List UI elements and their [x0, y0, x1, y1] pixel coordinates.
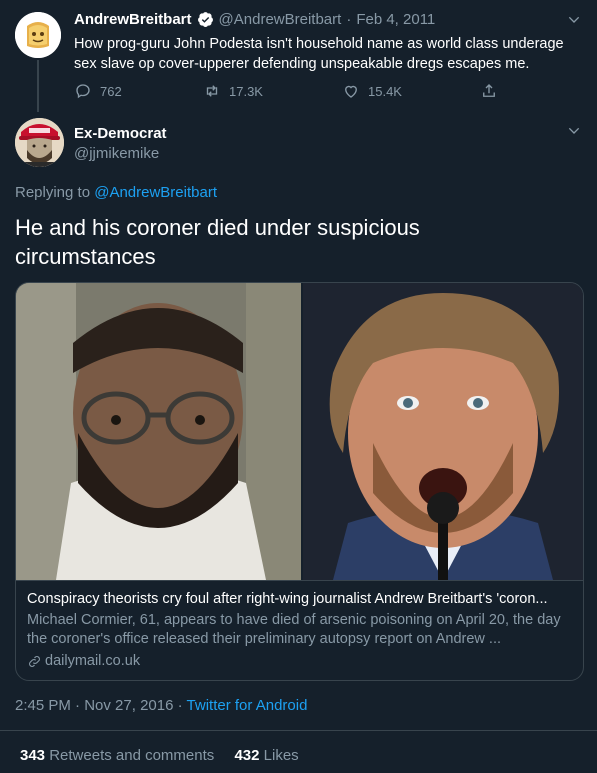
retweets-stat[interactable]: 343 Retweets and comments: [20, 747, 218, 764]
thread-connector: [37, 60, 39, 112]
main-tweet-text: He and his coroner died under suspicious…: [15, 215, 420, 269]
parent-caret-icon[interactable]: [566, 12, 582, 33]
link-icon: [29, 655, 40, 667]
lincoln-avatar-image: [15, 118, 64, 167]
parent-avatar[interactable]: [15, 12, 61, 58]
dot-separator: ·: [346, 11, 352, 28]
retweet-icon: [206, 85, 218, 97]
card-description: Michael Cormier, 61, appears to have die…: [27, 612, 561, 647]
main-caret-icon[interactable]: [566, 123, 582, 144]
like-action[interactable]: 15.4K: [342, 82, 402, 100]
retweets-stat-count: 343: [20, 747, 46, 764]
parent-display-name[interactable]: AndrewBreitbart: [74, 11, 192, 28]
link-card[interactable]: Conspiracy theorists cry foul after righ…: [15, 282, 584, 681]
parent-handle[interactable]: @AndrewBreitbart: [219, 11, 342, 28]
reply-count: 762: [100, 83, 122, 99]
heart-icon: [345, 85, 357, 98]
retweets-stat-label: Retweets and comments: [49, 747, 215, 764]
card-domain: dailymail.co.uk: [27, 653, 140, 669]
main-display-name[interactable]: Ex-Democrat: [74, 125, 167, 142]
likes-stat-label: Likes: [263, 747, 299, 764]
verified-badge-icon: [197, 11, 214, 28]
parent-date[interactable]: Feb 4, 2011: [356, 11, 435, 28]
tweet-source[interactable]: Twitter for Android: [187, 697, 308, 714]
card-image-divider: [301, 283, 303, 580]
main-avatar[interactable]: [15, 118, 64, 167]
timestamp-row: 2:45 PM · Nov 27, 2016 · Twitter for And…: [15, 697, 307, 714]
card-image-left: [16, 283, 301, 580]
likes-stat[interactable]: 432 Likes: [234, 747, 298, 764]
retweet-action[interactable]: 17.3K: [203, 82, 263, 100]
dot-separator: ·: [177, 697, 187, 714]
share-icon: [483, 84, 495, 97]
tweet-time[interactable]: 2:45 PM: [15, 697, 71, 714]
card-image-right: [303, 283, 583, 580]
dot-separator: ·: [75, 697, 85, 714]
share-action[interactable]: [480, 82, 498, 100]
reply-icon: [76, 84, 90, 99]
card-separator: [16, 580, 583, 581]
retweet-count: 17.3K: [229, 83, 263, 99]
tweet-date[interactable]: Nov 27, 2016: [84, 697, 173, 714]
stats-row: 343 Retweets and comments 432 Likes: [20, 747, 299, 764]
likes-stat-count: 432: [234, 747, 260, 764]
card-title: Conspiracy theorists cry foul after righ…: [27, 591, 548, 607]
like-count: 15.4K: [368, 83, 402, 99]
replying-to: Replying to @AndrewBreitbart: [15, 184, 217, 201]
main-handle[interactable]: @jjmikemike: [74, 145, 167, 162]
stats-divider: [0, 730, 597, 731]
parent-tweet-text: How prog-guru John Podesta isn't househo…: [74, 36, 564, 72]
replying-to-label: Replying to: [15, 184, 91, 201]
reply-action[interactable]: 762: [74, 82, 122, 100]
toast-avatar-image: [15, 12, 61, 58]
card-domain-text: dailymail.co.uk: [45, 653, 141, 669]
replying-to-handle[interactable]: @AndrewBreitbart: [94, 184, 217, 201]
